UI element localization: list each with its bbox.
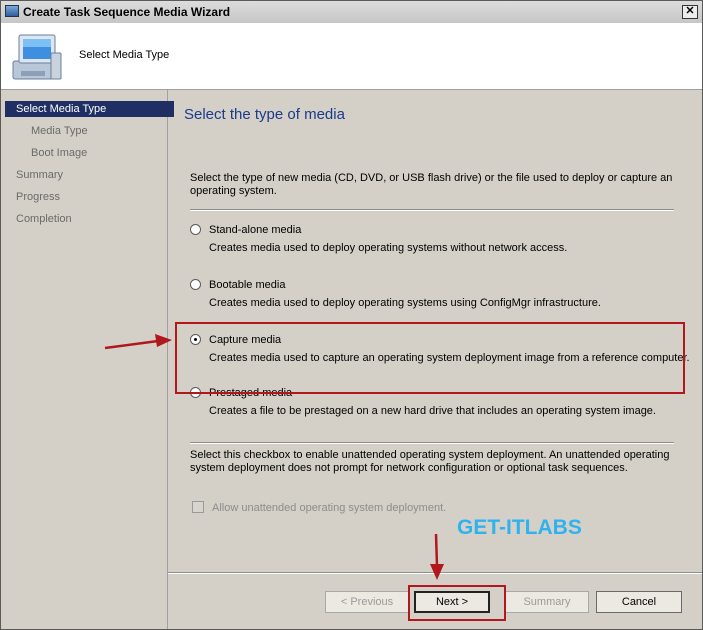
radio-stand-alone-media[interactable] (190, 224, 201, 235)
option-label-stand-alone[interactable]: Stand-alone media (209, 224, 301, 236)
window-icon (5, 5, 19, 17)
unattended-note: Select this checkbox to enable unattende… (190, 449, 670, 474)
cancel-button[interactable]: Cancel (596, 591, 682, 613)
window-title: Create Task Sequence Media Wizard (23, 5, 231, 19)
summary-button[interactable]: Summary (505, 591, 589, 613)
nav-item-summary[interactable]: Summary (1, 167, 178, 183)
radio-bootable-media[interactable] (190, 279, 201, 290)
page-title: Select the type of media (184, 106, 345, 123)
wizard-window: Create Task Sequence Media Wizard ✕ Sele… (0, 0, 703, 630)
option-desc-bootable: Creates media used to deploy operating s… (209, 297, 601, 309)
separator-middle (190, 442, 674, 444)
previous-button[interactable]: < Previous (325, 591, 409, 613)
close-button[interactable]: ✕ (682, 5, 698, 19)
watermark-text: GET-ITLABS (457, 516, 582, 539)
nav-item-completion[interactable]: Completion (1, 211, 178, 227)
title-bar[interactable]: Create Task Sequence Media Wizard ✕ (1, 1, 702, 24)
unattended-checkbox-label: Allow unattended operating system deploy… (212, 502, 447, 514)
nav-item-media-type[interactable]: Media Type (1, 123, 193, 139)
computer-icon (12, 34, 62, 80)
separator-bottom (168, 572, 702, 574)
option-desc-prestaged: Creates a file to be prestaged on a new … (209, 405, 656, 417)
header-title: Select Media Type (79, 49, 170, 61)
separator-top (190, 209, 674, 211)
unattended-checkbox[interactable] (192, 501, 204, 513)
nav-item-boot-image[interactable]: Boot Image (1, 145, 193, 161)
nav-item-select-media-type[interactable]: Select Media Type (5, 101, 174, 117)
option-label-bootable[interactable]: Bootable media (209, 279, 285, 291)
intro-text: Select the type of new media (CD, DVD, o… (190, 172, 673, 197)
wizard-nav: Select Media Type Media Type Boot Image … (1, 90, 174, 629)
nav-item-progress[interactable]: Progress (1, 189, 178, 205)
next-button-highlight (408, 585, 506, 621)
capture-media-highlight (175, 322, 685, 394)
wizard-header: Select Media Type (1, 23, 702, 90)
option-desc-stand-alone: Creates media used to deploy operating s… (209, 242, 568, 254)
